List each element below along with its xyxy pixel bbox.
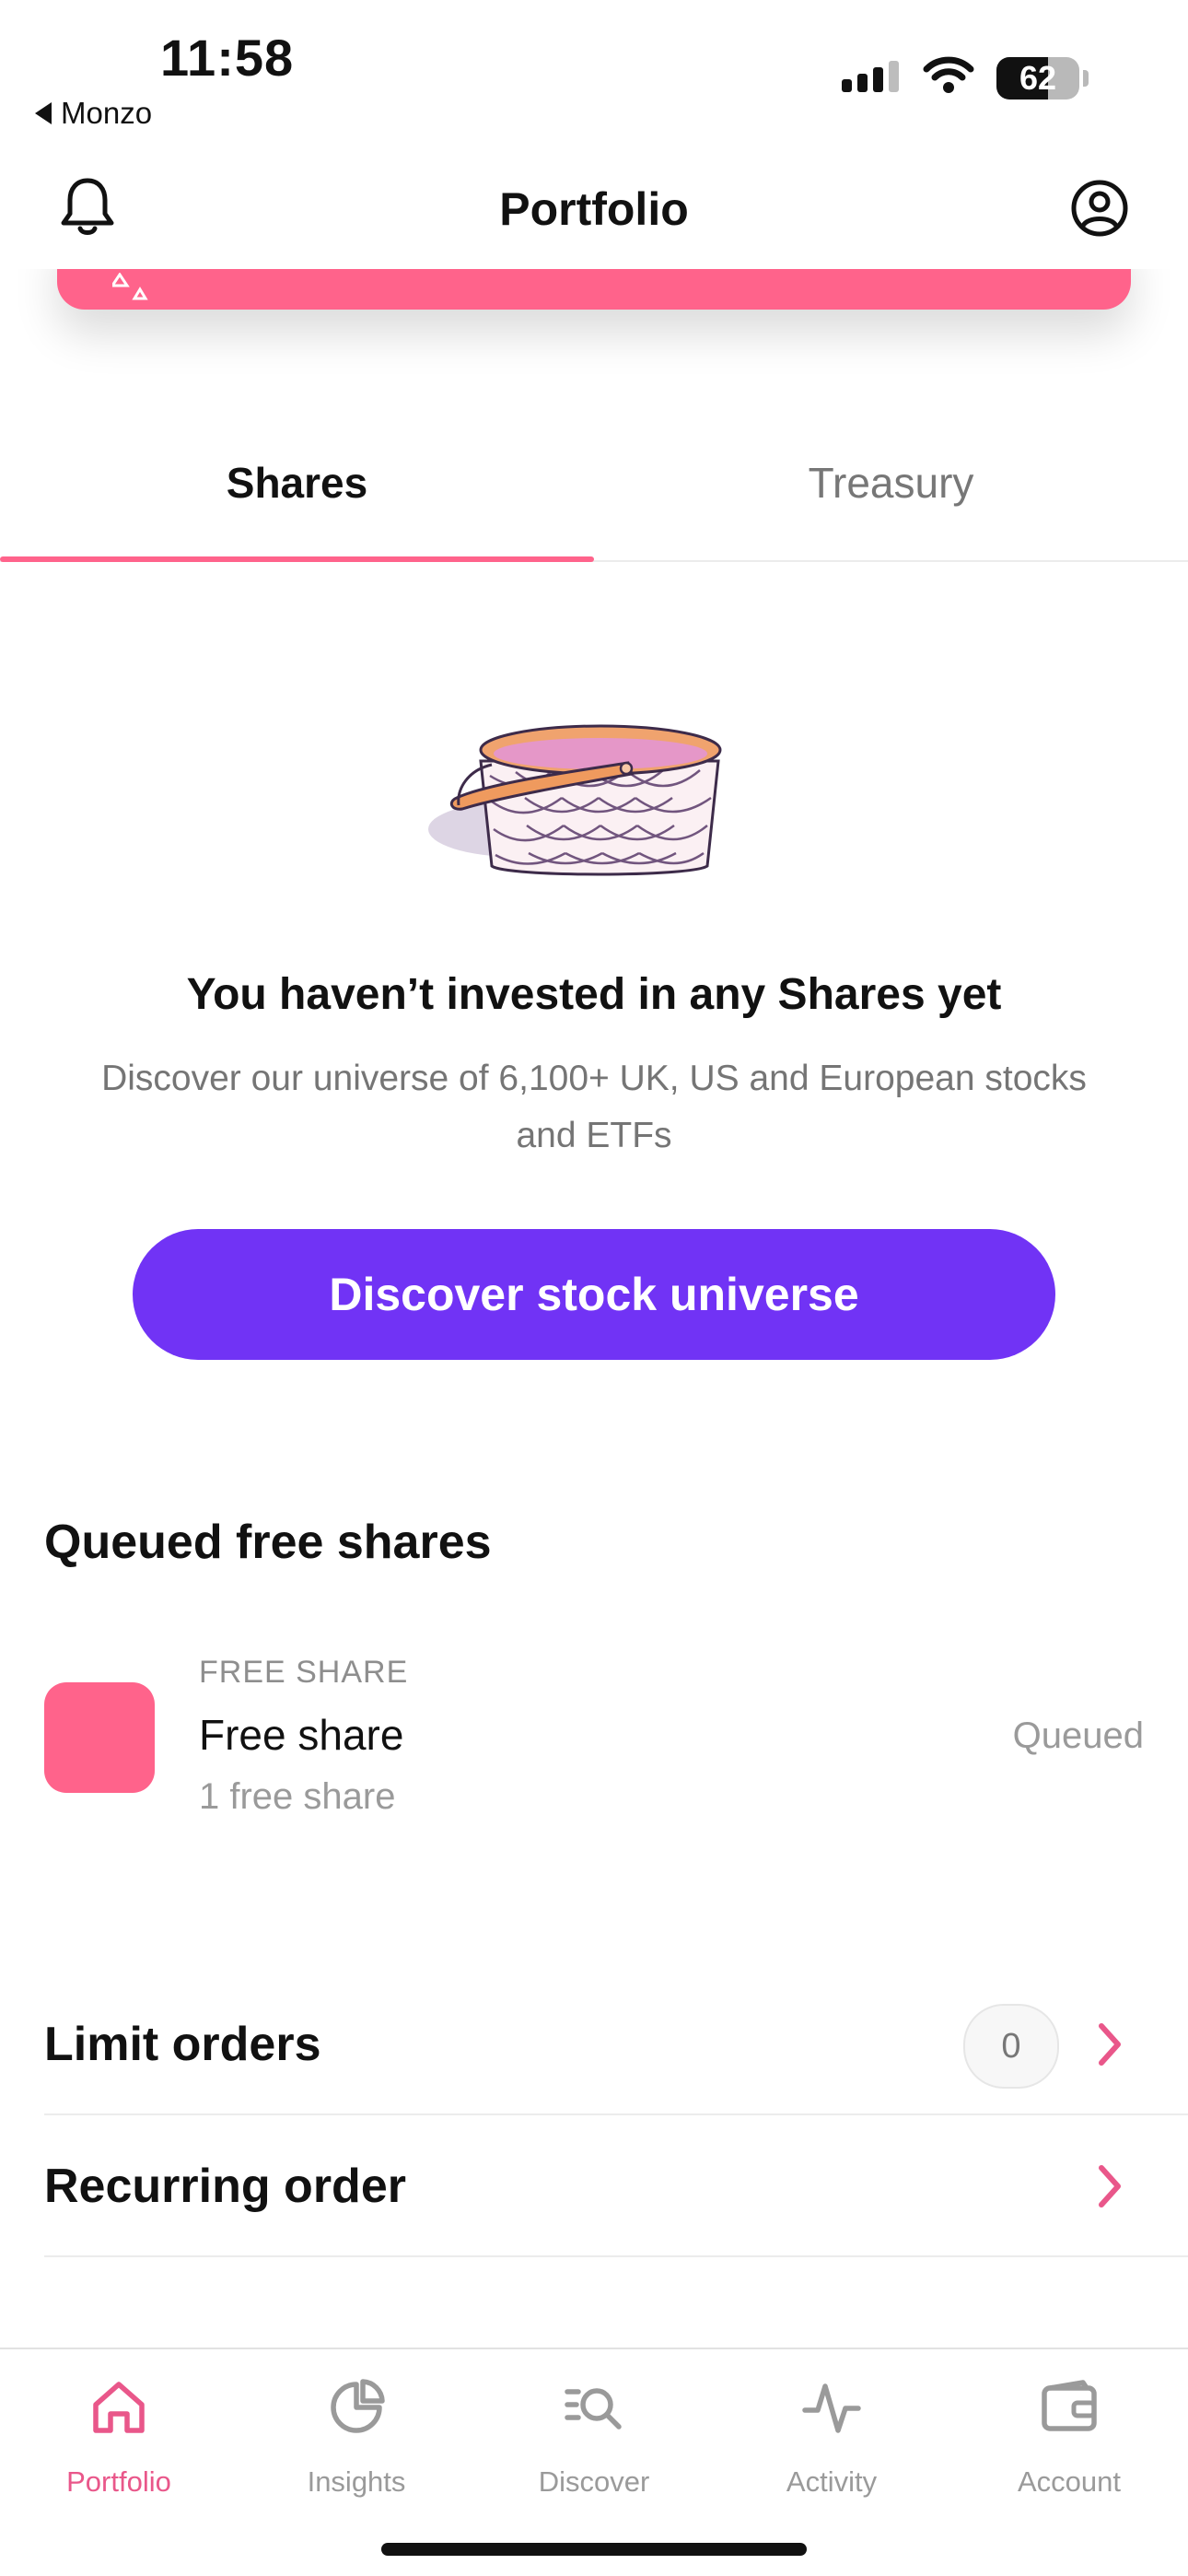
wallet-icon [1042, 2380, 1097, 2431]
active-tab-indicator [0, 556, 594, 562]
tabbar-label: Discover [538, 2465, 650, 2498]
free-share-name: Free share [199, 1711, 404, 1759]
tabbar-item-insights[interactable]: Insights [238, 2373, 475, 2521]
discover-stock-universe-button[interactable]: Discover stock universe [133, 1229, 1055, 1360]
free-share-thumbnail [44, 1682, 155, 1793]
recurring-order-label: Recurring order [44, 2160, 406, 2213]
limit-orders-label: Limit orders [44, 2018, 321, 2071]
battery-cap [1083, 70, 1089, 87]
portfolio-tabs: Shares Treasury [0, 405, 1188, 562]
free-share-subtitle: 1 free share [199, 1776, 396, 1817]
bottom-tab-bar: Portfolio Insights Discover Activity Acc… [0, 2348, 1188, 2576]
queued-free-shares-heading: Queued free shares [44, 1516, 492, 1569]
free-share-kicker: FREE SHARE [199, 1655, 409, 1690]
chevron-right-icon [1099, 2023, 1121, 2066]
back-triangle-icon [35, 102, 52, 124]
basket-illustration [428, 724, 722, 876]
home-icon [93, 2382, 145, 2433]
back-app-label: Monzo [61, 96, 153, 130]
tabbar-label: Account [1017, 2465, 1121, 2498]
tabbar-item-discover[interactable]: Discover [475, 2373, 713, 2521]
home-indicator[interactable] [381, 2543, 807, 2556]
tabbar-label: Activity [786, 2465, 878, 2498]
tabbar-label: Insights [307, 2465, 406, 2498]
status-time: 11:58 [160, 29, 295, 87]
pie-chart-icon [331, 2379, 385, 2433]
discover-search-icon [565, 2388, 622, 2430]
portfolio-screen: 11:58 Monzo 62 Portfolio Shares Treasury… [0, 0, 1188, 2576]
limit-orders-count-badge: 0 [963, 2004, 1059, 2089]
free-share-status: Queued [1012, 1715, 1144, 1756]
chevron-right-icon [1099, 2165, 1121, 2207]
tabbar-item-portfolio[interactable]: Portfolio [0, 2373, 238, 2521]
tab-shares[interactable]: Shares [0, 405, 594, 560]
profile-icon[interactable] [1070, 179, 1129, 238]
tabbar-item-account[interactable]: Account [950, 2373, 1188, 2521]
back-to-app-link[interactable]: Monzo [35, 96, 152, 131]
limit-orders-row[interactable]: Limit orders 0 [44, 1975, 1188, 2115]
wifi-icon [923, 56, 974, 93]
tabbar-item-activity[interactable]: Activity [713, 2373, 950, 2521]
battery-icon: 62 [996, 57, 1079, 100]
empty-state-title: You haven’t invested in any Shares yet [186, 970, 1002, 1019]
battery-level: 62 [1019, 59, 1057, 97]
nav-header: Portfolio [0, 147, 1188, 269]
page-title: Portfolio [499, 183, 689, 235]
recurring-order-row[interactable]: Recurring order [44, 2117, 1188, 2257]
empty-state-subtitle: Discover our universe of 6,100+ UK, US a… [101, 1059, 1087, 1155]
activity-pulse-icon [802, 2383, 861, 2433]
tabbar-label: Portfolio [66, 2465, 171, 2498]
cellular-signal-icon [842, 61, 899, 92]
triangle-decoration-icon [112, 273, 148, 300]
tab-treasury[interactable]: Treasury [594, 405, 1188, 560]
